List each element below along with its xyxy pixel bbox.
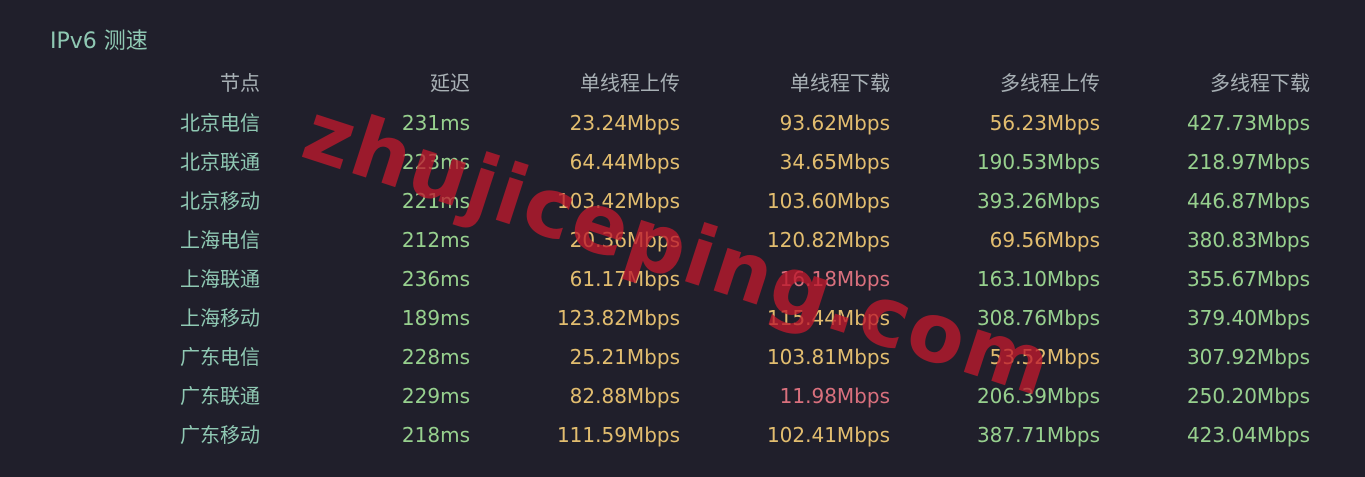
table-row: 广东联通 229ms 82.88Mbps 11.98Mbps 206.39Mbp…	[0, 377, 1365, 416]
node-name: 广东电信	[180, 345, 260, 369]
single-upload-value: 25.21Mbps	[569, 345, 680, 369]
table-header: 节点 延迟 单线程上传 单线程下载 多线程上传 多线程下载	[0, 64, 1365, 103]
multi-download-value: 379.40Mbps	[1186, 306, 1310, 330]
multi-download-value: 307.92Mbps	[1186, 345, 1310, 369]
header-single-download: 单线程下载	[790, 71, 890, 95]
single-download-value: 93.62Mbps	[779, 111, 890, 135]
single-download-value: 120.82Mbps	[766, 228, 890, 252]
header-multi-upload: 多线程上传	[1000, 71, 1100, 95]
table-row: 上海移动 189ms 123.82Mbps 115.44Mbps 308.76M…	[0, 299, 1365, 338]
single-download-value: 34.65Mbps	[779, 150, 890, 174]
single-download-value: 103.60Mbps	[766, 189, 890, 213]
single-upload-value: 61.17Mbps	[569, 267, 680, 291]
single-download-value: 103.81Mbps	[766, 345, 890, 369]
multi-upload-value: 393.26Mbps	[976, 189, 1100, 213]
node-name: 北京移动	[180, 189, 260, 213]
single-download-value: 102.41Mbps	[766, 423, 890, 447]
latency-value: 229ms	[401, 384, 470, 408]
multi-upload-value: 69.56Mbps	[989, 228, 1100, 252]
multi-download-value: 355.67Mbps	[1186, 267, 1310, 291]
table-row: 上海电信 212ms 20.36Mbps 120.82Mbps 69.56Mbp…	[0, 221, 1365, 260]
node-name: 上海移动	[180, 306, 260, 330]
node-name: 北京电信	[180, 111, 260, 135]
single-download-value: 11.98Mbps	[779, 384, 890, 408]
latency-value: 221ms	[401, 189, 470, 213]
single-upload-value: 111.59Mbps	[556, 423, 680, 447]
multi-download-value: 427.73Mbps	[1186, 111, 1310, 135]
latency-value: 218ms	[401, 423, 470, 447]
table-row: 北京联通 223ms 64.44Mbps 34.65Mbps 190.53Mbp…	[0, 143, 1365, 182]
table-row: 广东电信 228ms 25.21Mbps 103.81Mbps 53.52Mbp…	[0, 338, 1365, 377]
multi-upload-value: 163.10Mbps	[976, 267, 1100, 291]
section-title: IPv6 测速	[50, 29, 148, 54]
latency-value: 236ms	[401, 267, 470, 291]
multi-download-value: 380.83Mbps	[1186, 228, 1310, 252]
multi-download-value: 446.87Mbps	[1186, 189, 1310, 213]
multi-download-value: 423.04Mbps	[1186, 423, 1310, 447]
latency-value: 231ms	[401, 111, 470, 135]
single-download-value: 16.18Mbps	[779, 267, 890, 291]
multi-upload-value: 387.71Mbps	[976, 423, 1100, 447]
latency-value: 212ms	[401, 228, 470, 252]
latency-value: 223ms	[401, 150, 470, 174]
single-download-value: 115.44Mbps	[766, 306, 890, 330]
multi-upload-value: 53.52Mbps	[989, 345, 1100, 369]
multi-upload-value: 190.53Mbps	[976, 150, 1100, 174]
header-single-upload: 单线程上传	[580, 71, 680, 95]
single-upload-value: 20.36Mbps	[569, 228, 680, 252]
latency-value: 228ms	[401, 345, 470, 369]
single-upload-value: 23.24Mbps	[569, 111, 680, 135]
node-name: 上海联通	[180, 267, 260, 291]
table-row: 上海联通 236ms 61.17Mbps 16.18Mbps 163.10Mbp…	[0, 260, 1365, 299]
multi-upload-value: 206.39Mbps	[976, 384, 1100, 408]
multi-upload-value: 56.23Mbps	[989, 111, 1100, 135]
multi-download-value: 250.20Mbps	[1186, 384, 1310, 408]
node-name: 广东联通	[180, 384, 260, 408]
table-row: 广东移动 218ms 111.59Mbps 102.41Mbps 387.71M…	[0, 416, 1365, 455]
node-name: 广东移动	[180, 423, 260, 447]
multi-upload-value: 308.76Mbps	[976, 306, 1100, 330]
latency-value: 189ms	[401, 306, 470, 330]
single-upload-value: 82.88Mbps	[569, 384, 680, 408]
node-name: 上海电信	[180, 228, 260, 252]
multi-download-value: 218.97Mbps	[1186, 150, 1310, 174]
header-latency: 延迟	[430, 71, 470, 95]
header-node: 节点	[220, 71, 260, 95]
node-name: 北京联通	[180, 150, 260, 174]
single-upload-value: 64.44Mbps	[569, 150, 680, 174]
single-upload-value: 103.42Mbps	[556, 189, 680, 213]
table-row: 北京电信 231ms 23.24Mbps 93.62Mbps 56.23Mbps…	[0, 104, 1365, 143]
single-upload-value: 123.82Mbps	[556, 306, 680, 330]
header-multi-download: 多线程下载	[1210, 71, 1310, 95]
table-row: 北京移动 221ms 103.42Mbps 103.60Mbps 393.26M…	[0, 182, 1365, 221]
